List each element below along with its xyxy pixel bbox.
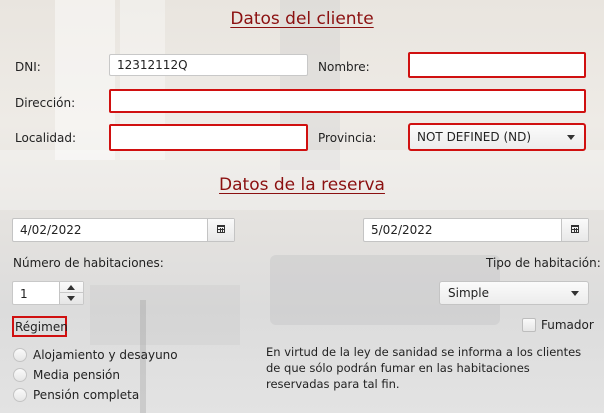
tipo-habitacion-selected-value: Simple <box>448 286 489 300</box>
regimen-label: Régimen <box>15 320 68 334</box>
check-in-date-picker[interactable]: 4/02/2022 <box>12 218 235 242</box>
spin-buttons <box>59 282 83 304</box>
tipo-habitacion-select[interactable]: Simple <box>439 281 589 305</box>
regimen-option-media-pension: Media pensión <box>33 368 120 382</box>
smoking-notice: En virtud de la ley de sanidad se inform… <box>266 345 582 391</box>
regimen-label-box: Régimen <box>12 316 68 337</box>
regimen-option-pension-completa: Pensión completa <box>33 388 140 402</box>
spin-down-icon[interactable] <box>67 296 75 301</box>
dni-field[interactable]: 12312112Q <box>109 54 308 76</box>
habitaciones-spinner[interactable]: 1 <box>12 281 84 305</box>
regimen-radio-media-pension[interactable] <box>13 368 27 382</box>
localidad-label: Localidad: <box>15 131 77 145</box>
chevron-down-icon <box>567 135 575 140</box>
regimen-radio-pension-completa[interactable] <box>13 388 27 402</box>
habitaciones-label: Número de habitaciones: <box>13 256 164 270</box>
check-out-calendar-button[interactable] <box>561 219 588 241</box>
provincia-select[interactable]: NOT DEFINED (ND) <box>408 123 586 151</box>
nombre-label: Nombre: <box>318 60 370 74</box>
tipo-habitacion-label: Tipo de habitación: <box>486 256 601 270</box>
provincia-selected-value: NOT DEFINED (ND) <box>417 130 532 144</box>
spin-up-icon[interactable] <box>67 285 75 290</box>
chevron-down-icon <box>571 291 579 296</box>
check-in-date-value: 4/02/2022 <box>20 223 82 237</box>
nombre-field[interactable] <box>408 52 586 78</box>
client-section-heading: Datos del cliente <box>230 9 374 29</box>
regimen-option-alojamiento: Alojamiento y desayuno <box>33 348 178 362</box>
booking-section-heading: Datos de la reserva <box>219 175 385 195</box>
fumador-label: Fumador <box>541 318 594 332</box>
direccion-label: Dirección: <box>15 96 76 110</box>
check-out-date-picker[interactable]: 5/02/2022 <box>363 218 589 242</box>
provincia-label: Provincia: <box>318 131 377 145</box>
calendar-icon <box>217 225 225 233</box>
localidad-field[interactable] <box>109 124 308 151</box>
check-in-calendar-button[interactable] <box>207 219 234 241</box>
calendar-icon <box>571 225 579 233</box>
dni-label: DNI: <box>15 60 41 74</box>
fumador-checkbox[interactable] <box>522 318 536 332</box>
direccion-field[interactable] <box>109 89 586 113</box>
regimen-radio-alojamiento[interactable] <box>13 348 27 362</box>
habitaciones-value: 1 <box>20 287 28 301</box>
check-out-date-value: 5/02/2022 <box>371 223 433 237</box>
